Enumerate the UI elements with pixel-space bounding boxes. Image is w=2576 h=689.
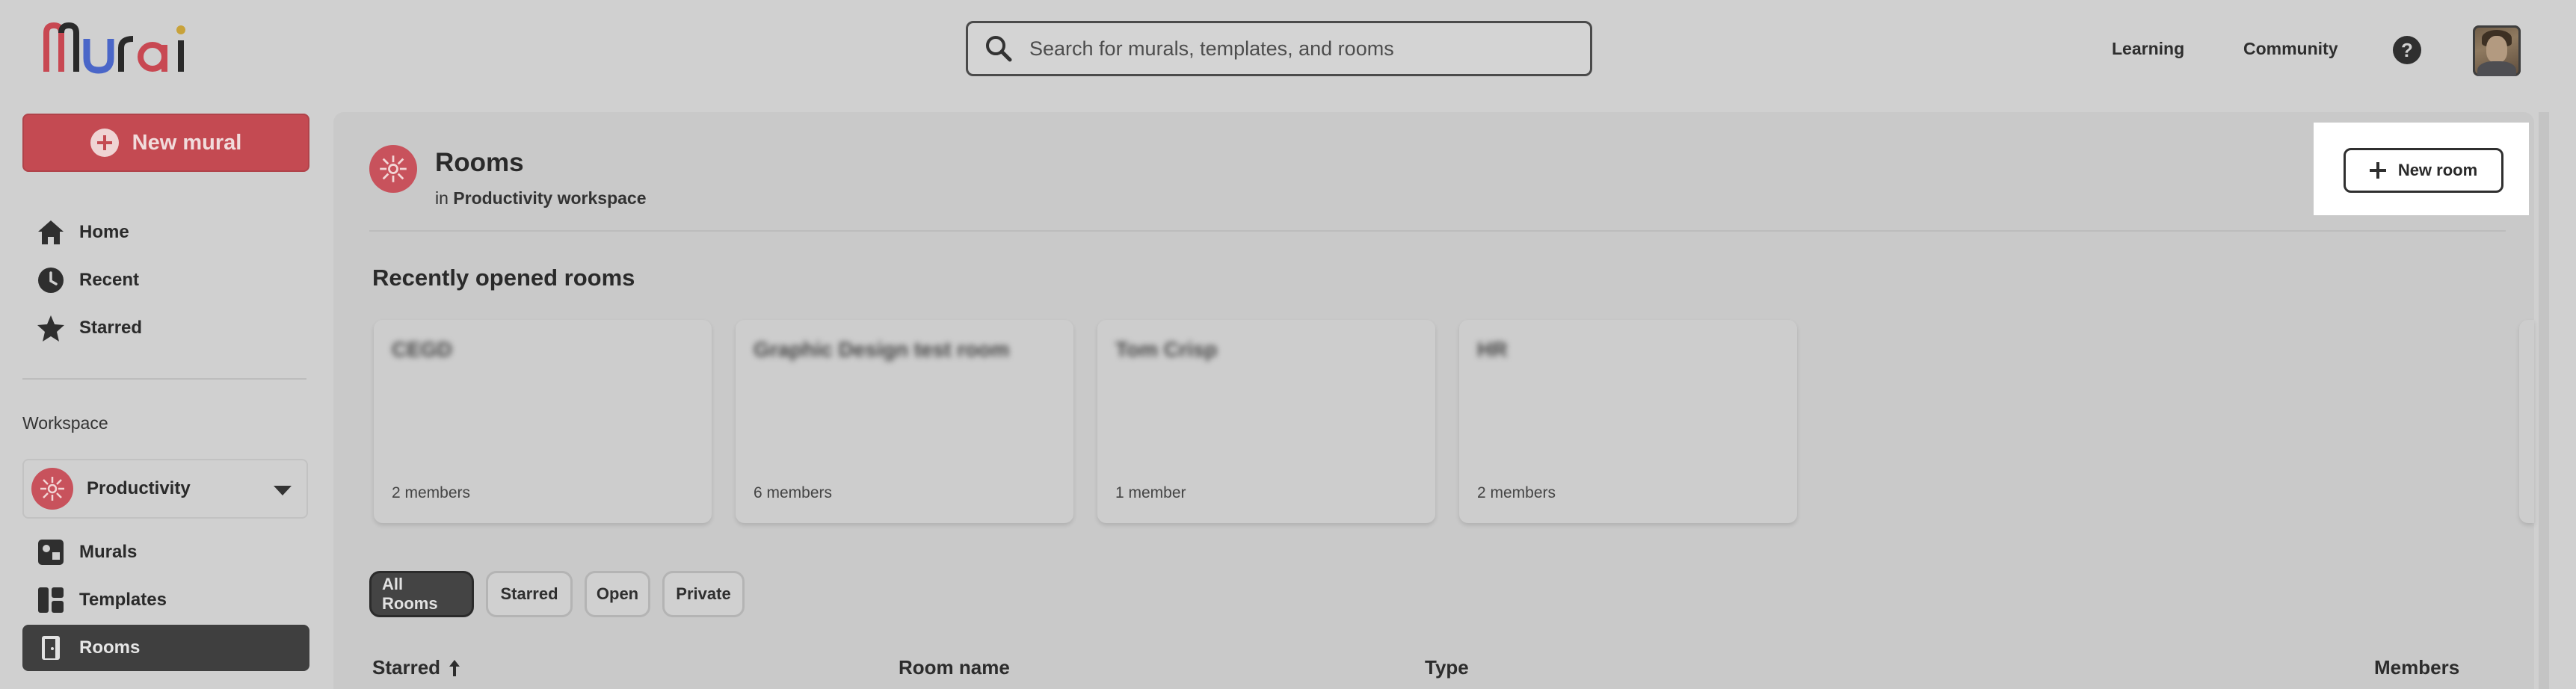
header-divider: [369, 230, 2506, 232]
workspace-selector[interactable]: Productivity: [22, 459, 308, 519]
workspace-name: Productivity: [87, 478, 191, 498]
learning-link[interactable]: Learning: [2112, 39, 2184, 59]
sidebar-item-home[interactable]: Home: [22, 209, 309, 256]
sidebar-item-label: Rooms: [79, 637, 141, 658]
community-link[interactable]: Community: [2243, 39, 2338, 59]
column-label: Starred: [372, 656, 441, 679]
room-card-name: Graphic Design test room: [754, 338, 1010, 361]
search-bar[interactable]: [966, 21, 1592, 76]
sidebar-item-murals[interactable]: Murals: [22, 529, 309, 575]
recent-rooms-title: Recently opened rooms: [372, 265, 635, 291]
new-room-button[interactable]: New room: [2344, 148, 2503, 193]
home-icon: [36, 217, 66, 247]
page-title: Rooms: [435, 148, 524, 177]
subtitle-prefix: in: [435, 188, 449, 208]
room-card[interactable]: HR 2 members: [1459, 320, 1797, 523]
sidebar-item-label: Starred: [79, 318, 143, 338]
workspace-icon: [31, 468, 73, 510]
room-card-members: 2 members: [1477, 484, 1556, 501]
plus-circle-icon: [90, 129, 119, 157]
mural-logo-mark: [43, 22, 185, 74]
room-card-partial[interactable]: [2519, 320, 2534, 523]
new-mural-label: New mural: [132, 130, 242, 155]
filter-all-rooms[interactable]: All Rooms: [369, 571, 474, 617]
column-label: Members: [2374, 656, 2460, 679]
sidebar-item-label: Recent: [79, 270, 140, 290]
column-type[interactable]: Type: [1425, 656, 1469, 679]
search-input[interactable]: [1028, 36, 1569, 61]
room-card-name: Tom Crisp: [1115, 338, 1218, 361]
clock-icon: [36, 265, 66, 295]
sidebar-item-rooms[interactable]: Rooms: [22, 625, 309, 671]
search-icon: [986, 36, 1012, 62]
room-card-name: HR: [1477, 338, 1508, 361]
sidebar-item-label: Home: [79, 222, 129, 242]
room-card[interactable]: Graphic Design test room 6 members: [736, 320, 1073, 523]
sidebar-item-templates[interactable]: Templates: [22, 577, 309, 623]
sidebar-item-label: Templates: [79, 590, 167, 610]
sidebar-divider: [22, 378, 306, 380]
room-card-members: 6 members: [754, 484, 833, 501]
rooms-icon: [36, 633, 66, 663]
column-members[interactable]: Members: [2374, 656, 2459, 679]
column-label: Room name: [899, 656, 1010, 679]
help-icon[interactable]: ?: [2393, 36, 2421, 64]
page-subtitle: in Productivity workspace: [435, 188, 647, 208]
scrollbar[interactable]: [2539, 112, 2549, 689]
room-card-name: CEGD: [392, 338, 452, 361]
sidebar-item-starred[interactable]: Starred: [22, 305, 309, 351]
avatar-body: [2477, 61, 2516, 76]
templates-icon: [36, 585, 66, 615]
arrow-up-icon: [449, 659, 460, 676]
chevron-down-icon: [274, 486, 292, 495]
subtitle-workspace[interactable]: Productivity workspace: [453, 188, 646, 208]
column-label: Type: [1425, 656, 1469, 679]
workspace-label: Workspace: [22, 413, 108, 433]
avatar-face: [2486, 36, 2507, 63]
avatar[interactable]: [2473, 25, 2521, 76]
murals-icon: [36, 537, 66, 567]
column-room-name[interactable]: Room name: [899, 656, 1010, 679]
new-mural-button[interactable]: New mural: [22, 114, 309, 172]
room-card[interactable]: Tom Crisp 1 member: [1097, 320, 1435, 523]
filter-open[interactable]: Open: [585, 571, 650, 617]
sidebar-item-label: Murals: [79, 542, 138, 562]
room-card[interactable]: CEGD 2 members: [374, 320, 712, 523]
plus-icon: [2369, 162, 2386, 179]
filter-private[interactable]: Private: [662, 571, 745, 617]
top-header: Learning Community ?: [0, 0, 2576, 102]
sidebar-item-recent[interactable]: Recent: [22, 257, 309, 303]
column-starred[interactable]: Starred: [372, 656, 461, 679]
star-icon: [36, 313, 66, 343]
rooms-badge-icon: [369, 145, 417, 193]
room-card-members: 2 members: [392, 484, 471, 501]
new-room-label: New room: [2397, 161, 2478, 179]
filter-starred[interactable]: Starred: [486, 571, 573, 617]
room-card-members: 1 member: [1115, 484, 1186, 501]
mural-logo[interactable]: [43, 22, 197, 75]
